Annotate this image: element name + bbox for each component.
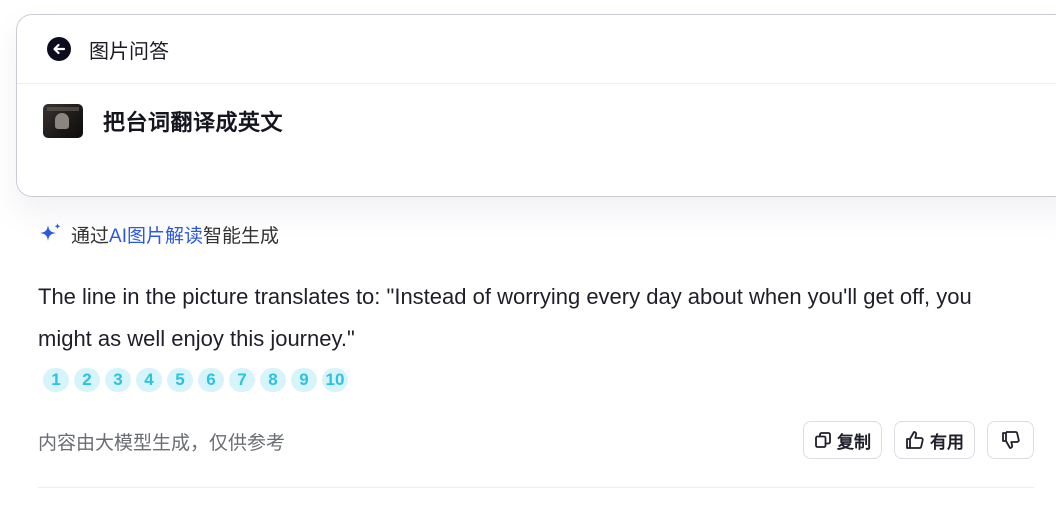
reference-chip[interactable]: 8 <box>260 368 286 392</box>
back-arrow-icon[interactable] <box>47 37 71 61</box>
image-thumbnail[interactable] <box>43 104 83 138</box>
copy-icon <box>815 432 831 448</box>
ai-generated-note: 通过 AI图片解读 智能生成 <box>38 221 279 248</box>
reference-chip[interactable]: 9 <box>291 368 317 392</box>
reference-chip[interactable]: 1 <box>43 368 69 392</box>
not-helpful-button[interactable] <box>987 421 1034 459</box>
answer-text: The line in the picture translates to: "… <box>38 284 972 351</box>
sparkle-icon <box>40 223 61 241</box>
reference-list: 1 2 3 4 5 6 7 8 9 10 <box>43 368 348 392</box>
thumbs-down-icon <box>1001 431 1020 449</box>
question-row: 把台词翻译成英文 <box>17 84 1056 138</box>
ai-image-analysis-link[interactable]: AI图片解读 <box>109 221 203 248</box>
reference-chip[interactable]: 7 <box>229 368 255 392</box>
question-card: 图片问答 把台词翻译成英文 <box>16 14 1056 197</box>
copy-label: 复制 <box>837 432 871 452</box>
page-title: 图片问答 <box>89 40 169 63</box>
answer-actions: 复制 有用 <box>803 421 1034 459</box>
helpful-button[interactable]: 有用 <box>894 421 975 459</box>
page: 图片问答 把台词翻译成英文 通过 AI图片解读 智能生成 The line in… <box>0 0 1056 505</box>
reference-chip[interactable]: 2 <box>74 368 100 392</box>
ai-note-prefix: 通过 <box>71 226 110 247</box>
copy-button[interactable]: 复制 <box>803 421 882 459</box>
reference-chip[interactable]: 4 <box>136 368 162 392</box>
question-text: 把台词翻译成英文 <box>103 110 284 135</box>
reference-chip[interactable]: 5 <box>167 368 193 392</box>
card-header: 图片问答 <box>17 15 1056 84</box>
disclaimer-text: 内容由大模型生成，仅供参考 <box>38 433 286 454</box>
divider <box>38 487 1034 488</box>
reference-chip[interactable]: 3 <box>105 368 131 392</box>
thumbs-up-icon <box>906 431 924 449</box>
helpful-label: 有用 <box>930 432 964 452</box>
reference-chip[interactable]: 6 <box>198 368 224 392</box>
ai-note-suffix: 智能生成 <box>202 226 279 247</box>
reference-chip[interactable]: 10 <box>322 368 348 392</box>
